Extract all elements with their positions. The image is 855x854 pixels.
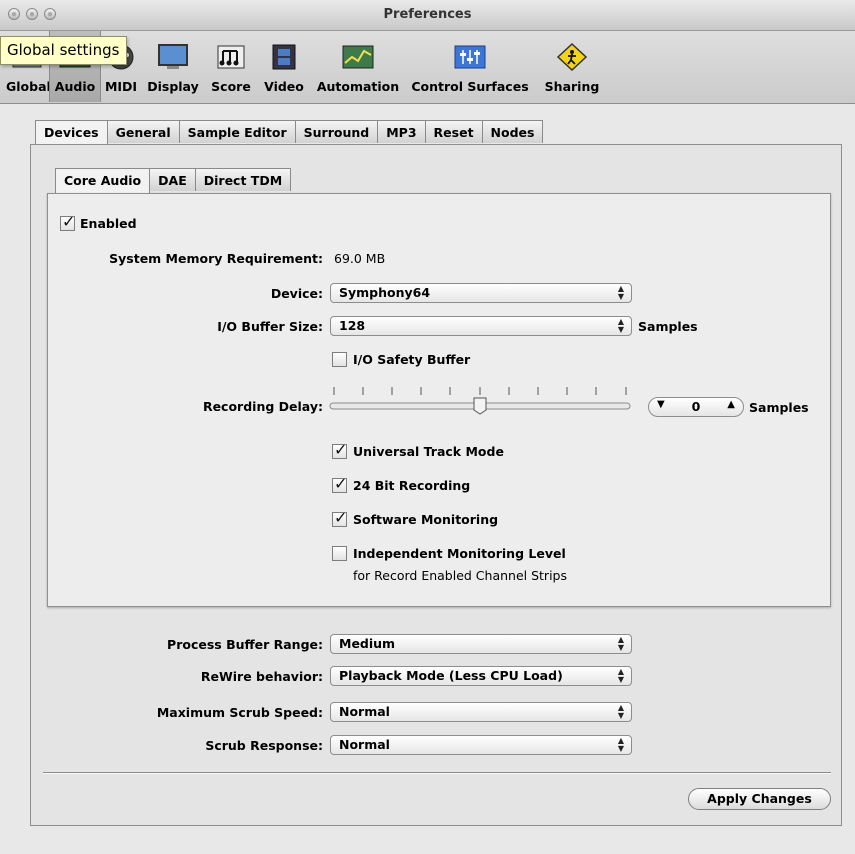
title-bar: Preferences	[0, 0, 855, 31]
process-buffer-range-label: Process Buffer Range:	[167, 637, 323, 652]
tab-general[interactable]: General	[106, 120, 180, 143]
display-icon	[158, 44, 188, 69]
popup-arrows-icon: ▲ ▼	[617, 703, 624, 720]
maximum-scrub-speed-value: Normal	[339, 704, 390, 719]
toolbar-item-video[interactable]: Video	[260, 37, 308, 99]
tab-surround[interactable]: Surround	[294, 120, 379, 143]
main-tab-bar: Devices General Sample Editor Surround M…	[35, 120, 544, 145]
separator	[43, 772, 831, 774]
process-buffer-range-value: Medium	[339, 636, 396, 651]
device-label: Device:	[270, 286, 323, 301]
popup-arrows-icon: ▲ ▼	[617, 635, 624, 652]
tab-mp3[interactable]: MP3	[377, 120, 426, 143]
enabled-label: Enabled	[80, 216, 137, 231]
universal-track-mode-label: Universal Track Mode	[353, 444, 504, 459]
recording-delay-stepper[interactable]: ▼ 0 ▲	[648, 397, 744, 417]
scrub-response-popup[interactable]: Normal ▲ ▼	[330, 735, 632, 755]
enabled-checkbox[interactable]: ✓	[60, 212, 76, 231]
scrub-response-label: Scrub Response:	[205, 738, 323, 753]
process-buffer-range-popup[interactable]: Medium ▲ ▼	[330, 634, 632, 654]
tooltip: Global settings	[0, 36, 128, 65]
checkmark-icon: ✓	[334, 508, 348, 527]
independent-monitoring-sublabel: for Record Enabled Channel Strips	[353, 568, 567, 583]
io-buffer-popup[interactable]: 128 ▲ ▼	[330, 316, 632, 336]
io-safety-buffer-checkbox[interactable]	[332, 352, 347, 367]
tab-core-audio[interactable]: Core Audio	[55, 168, 151, 193]
popup-arrows-icon: ▲ ▼	[617, 667, 624, 684]
toolbar-item-display[interactable]: Display	[143, 37, 203, 99]
automation-icon	[342, 45, 374, 69]
independent-monitoring-checkbox[interactable]	[332, 546, 347, 561]
tab-dae[interactable]: DAE	[149, 168, 196, 191]
recording-delay-label: Recording Delay:	[202, 399, 323, 414]
sub-tab-bar: Core Audio DAE Direct TDM	[55, 168, 292, 193]
toolbar-item-sharing[interactable]: Sharing	[541, 37, 603, 99]
rewire-behavior-label: ReWire behavior:	[200, 669, 323, 684]
popup-arrows-icon: ▲ ▼	[617, 284, 624, 301]
io-buffer-unit: Samples	[638, 319, 698, 334]
io-buffer-popup-value: 128	[339, 318, 366, 333]
slider-thumb-icon	[473, 397, 487, 415]
io-buffer-label: I/O Buffer Size:	[217, 319, 323, 334]
maximum-scrub-speed-label: Maximum Scrub Speed:	[156, 705, 323, 720]
tab-reset[interactable]: Reset	[424, 120, 483, 143]
popup-arrows-icon: ▲ ▼	[617, 736, 624, 753]
io-safety-buffer-label: I/O Safety Buffer	[353, 352, 471, 367]
popup-arrows-icon: ▲ ▼	[617, 317, 624, 334]
device-popup[interactable]: Symphony64 ▲ ▼	[330, 283, 632, 303]
preferences-toolbar: Global Audio MIDI Display Score Video Au…	[0, 31, 855, 104]
checkmark-icon: ✓	[62, 212, 76, 231]
window-title: Preferences	[383, 7, 472, 22]
increment-icon[interactable]: ▲	[727, 399, 735, 410]
checkmark-icon: ✓	[334, 440, 348, 459]
tab-sample-editor[interactable]: Sample Editor	[178, 120, 296, 143]
control-surfaces-icon	[454, 45, 486, 69]
universal-track-mode-checkbox[interactable]: ✓	[332, 440, 348, 459]
24-bit-recording-label: 24 Bit Recording	[353, 478, 471, 493]
rewire-behavior-popup[interactable]: Playback Mode (Less CPU Load) ▲ ▼	[330, 666, 632, 686]
software-monitoring-checkbox[interactable]: ✓	[332, 508, 348, 527]
recording-delay-unit: Samples	[749, 400, 809, 415]
apply-changes-button[interactable]: Apply Changes	[688, 788, 831, 810]
scrub-response-value: Normal	[339, 737, 390, 752]
24-bit-recording-checkbox[interactable]: ✓	[332, 474, 348, 493]
independent-monitoring-label: Independent Monitoring Level	[353, 546, 566, 561]
tab-nodes[interactable]: Nodes	[481, 120, 544, 143]
toolbar-item-score[interactable]: Score	[207, 37, 255, 99]
toolbar-item-control-surfaces[interactable]: Control Surfaces	[406, 37, 534, 99]
system-memory-label: System Memory Requirement:	[109, 251, 323, 266]
tab-devices[interactable]: Devices	[35, 120, 108, 145]
video-icon	[272, 44, 296, 70]
rewire-behavior-value: Playback Mode (Less CPU Load)	[339, 668, 563, 683]
tab-direct-tdm[interactable]: Direct TDM	[194, 168, 292, 191]
software-monitoring-label: Software Monitoring	[353, 512, 499, 527]
system-memory-value: 69.0 MB	[334, 251, 386, 266]
maximum-scrub-speed-popup[interactable]: Normal ▲ ▼	[330, 702, 632, 722]
recording-delay-slider[interactable]	[328, 384, 636, 416]
device-popup-value: Symphony64	[339, 285, 431, 300]
score-icon	[217, 45, 245, 69]
sharing-icon	[556, 43, 588, 71]
checkmark-icon: ✓	[334, 474, 348, 493]
toolbar-item-automation[interactable]: Automation	[315, 37, 401, 99]
